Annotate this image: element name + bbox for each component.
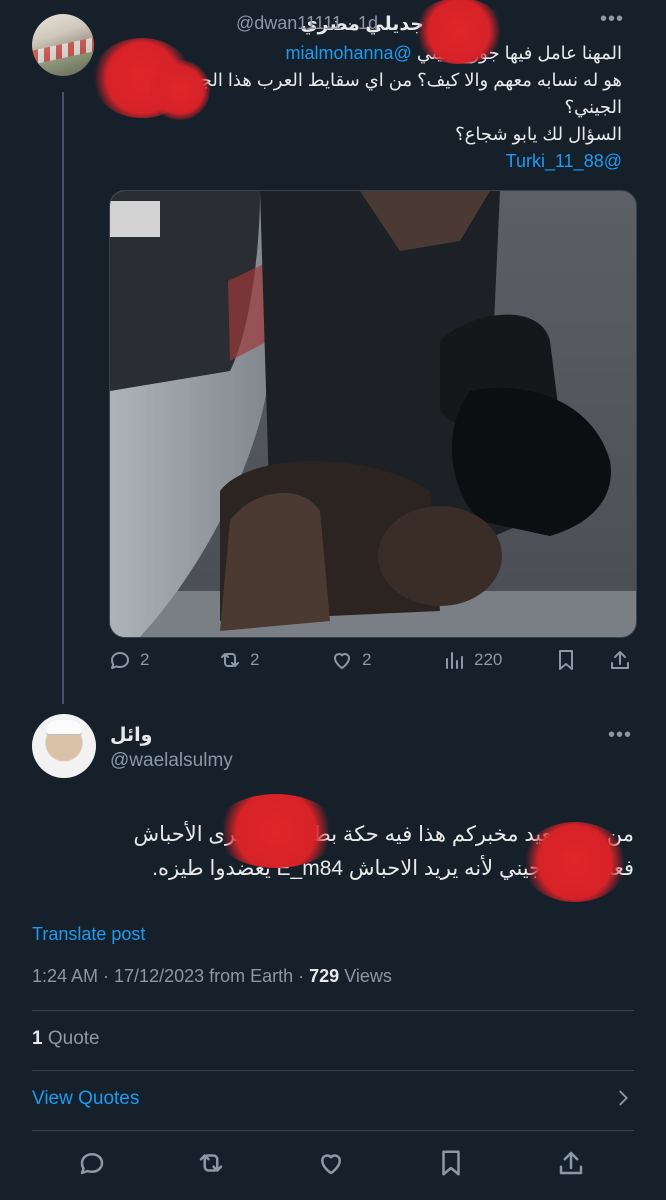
like-button[interactable]: 2 xyxy=(330,648,371,672)
divider xyxy=(32,1070,634,1071)
share-icon xyxy=(611,651,629,669)
like-count: 2 xyxy=(362,650,372,669)
view-quotes-link[interactable]: View Quotes xyxy=(32,1088,139,1110)
reply-count: 2 xyxy=(140,650,150,669)
quote-label: Quote xyxy=(42,1028,100,1049)
translate-post-link[interactable]: Translate post xyxy=(32,924,145,945)
reply-icon xyxy=(111,652,129,669)
share-button[interactable] xyxy=(608,648,632,672)
divider xyxy=(32,1010,634,1011)
share-button[interactable] xyxy=(556,1148,586,1183)
quote-count-link[interactable]: 1 Quote xyxy=(32,1028,100,1050)
redaction-mark xyxy=(214,794,338,868)
thread-line xyxy=(62,92,64,704)
mention-link[interactable]: @mialmohanna xyxy=(285,43,411,63)
redaction-mark xyxy=(522,822,628,902)
views-total: 729 xyxy=(309,966,340,986)
display-name[interactable]: وائل xyxy=(110,724,152,747)
like-icon xyxy=(321,1154,341,1175)
post-meta: 1:24 AM · 17/12/2023 from Earth · 729 Vi… xyxy=(32,966,392,987)
repost-button[interactable]: 2 xyxy=(218,648,259,672)
bookmark-icon xyxy=(442,1150,460,1176)
tweet1-line4: السؤال لك يابو شجاع؟ xyxy=(455,124,622,144)
reply-button[interactable] xyxy=(77,1148,107,1183)
quote-count: 1 xyxy=(32,1028,43,1049)
post-time-date[interactable]: 1:24 AM · 17/12/2023 from Earth · xyxy=(32,966,309,986)
repost-count: 2 xyxy=(250,650,260,669)
more-icon[interactable]: ••• xyxy=(600,8,624,31)
reply-icon xyxy=(80,1153,104,1175)
bookmark-button[interactable] xyxy=(554,648,578,672)
avatar[interactable] xyxy=(32,714,96,778)
handle-and-time[interactable]: @dwan11111 · 1d xyxy=(236,13,378,34)
views-label: Views xyxy=(339,966,392,986)
line1-prefix: المهنا عامل xyxy=(532,43,622,63)
share-icon xyxy=(559,1151,583,1175)
bookmark-button[interactable] xyxy=(436,1148,466,1183)
tweet-media-image[interactable] xyxy=(109,190,637,638)
divider xyxy=(32,1130,634,1131)
reply-button[interactable]: 2 xyxy=(108,648,149,672)
bookmark-icon xyxy=(559,650,573,670)
chevron-right-icon[interactable] xyxy=(612,1087,634,1109)
handle[interactable]: @waelalsulmy xyxy=(110,750,233,772)
redaction-mark xyxy=(150,60,210,120)
avatar[interactable] xyxy=(32,14,94,76)
views-icon xyxy=(446,652,463,669)
reply-mention-link[interactable]: @Turki_11_88 xyxy=(102,148,622,175)
views-count: 220 xyxy=(474,650,503,669)
views-button[interactable]: 220 xyxy=(442,648,502,672)
redaction-mark xyxy=(414,0,504,64)
repost-icon xyxy=(221,653,239,667)
like-button[interactable] xyxy=(316,1148,346,1183)
more-icon[interactable]: ••• xyxy=(608,724,632,747)
repost-icon xyxy=(199,1154,223,1172)
repost-button[interactable] xyxy=(196,1148,226,1183)
photo-illustration xyxy=(110,191,636,637)
like-icon xyxy=(334,653,350,669)
